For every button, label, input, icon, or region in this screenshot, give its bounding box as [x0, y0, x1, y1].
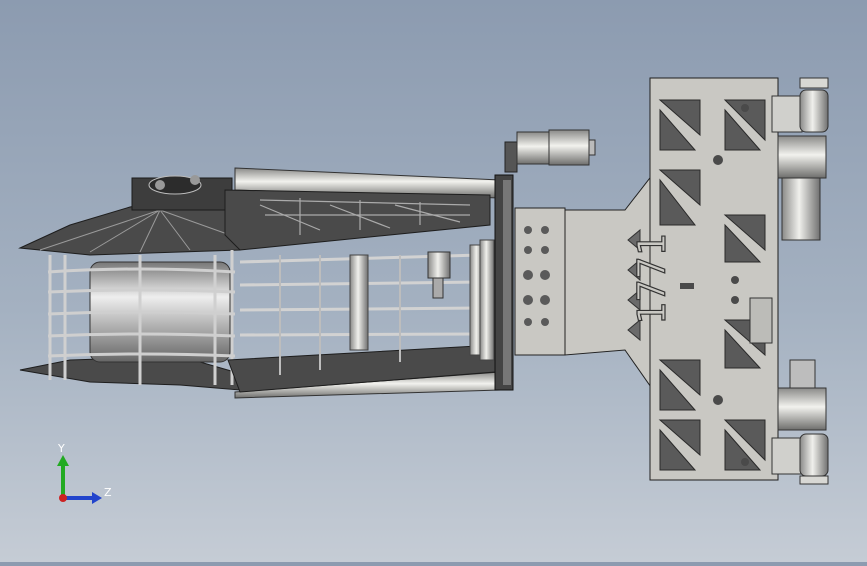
gear-motor [504, 129, 596, 173]
y-axis-arrow [57, 455, 69, 466]
part-marking: 1771 [630, 233, 674, 325]
y-axis-label: Y [57, 442, 65, 455]
triad-axes: Y Z [57, 442, 112, 504]
conveyor-body [224, 167, 514, 399]
cad-viewport[interactable]: 1771 Y Z [0, 0, 867, 562]
z-axis-arrow [92, 492, 102, 504]
z-axis-label: Z [104, 486, 112, 499]
coordinate-triad: Y Z [44, 438, 124, 518]
assembly-model: 1771 [18, 77, 829, 485]
triad-origin [59, 494, 67, 502]
intake-cage [18, 175, 246, 391]
